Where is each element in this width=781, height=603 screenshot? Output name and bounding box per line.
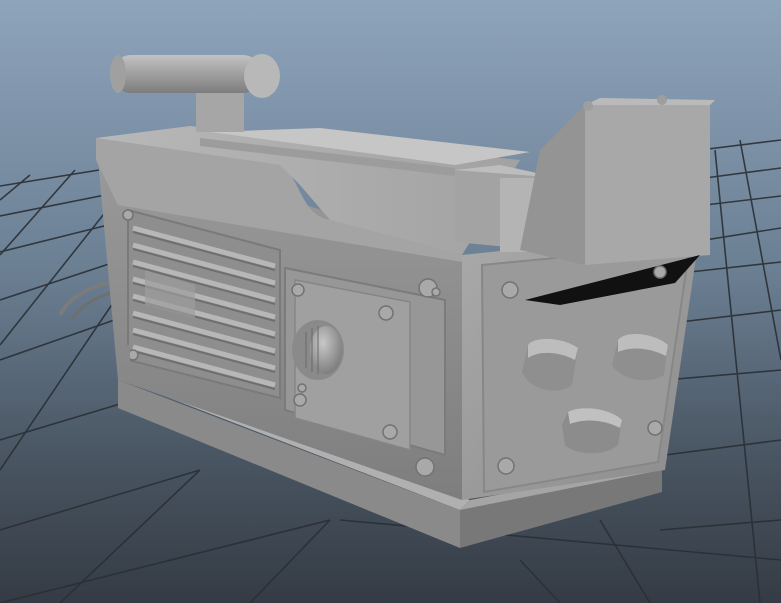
- base-post: [122, 345, 130, 363]
- screw-icon: [293, 393, 307, 407]
- screw-icon: [501, 281, 519, 299]
- front-knob-left-icon: [522, 338, 578, 391]
- maya-viewport[interactable]: [0, 0, 781, 603]
- carry-handle: [110, 54, 280, 132]
- front-knob-right-icon: [612, 333, 668, 381]
- screw-icon: [497, 457, 515, 475]
- screw-icon: [122, 209, 134, 221]
- front-knob-bottom-icon: [562, 408, 622, 454]
- screw-icon: [291, 283, 305, 297]
- screw-icon: [415, 457, 435, 477]
- side-panel-knob-icon: [292, 320, 344, 380]
- screw-icon: [382, 424, 398, 440]
- screw-icon: [647, 420, 663, 436]
- screw-icon: [653, 265, 667, 279]
- screw-icon: [431, 287, 441, 297]
- screw-icon: [378, 305, 394, 321]
- screw-icon: [297, 383, 307, 393]
- 3d-scene: [0, 54, 781, 603]
